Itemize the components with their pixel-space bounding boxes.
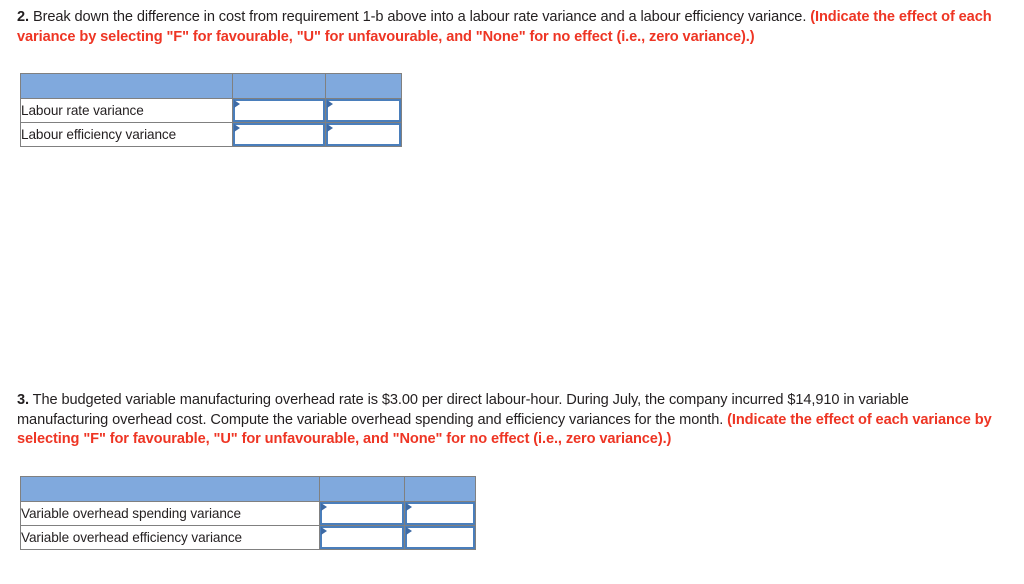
table-header-row [20,476,476,502]
dropdown-arrow-icon [234,100,240,108]
row-label-labour-efficiency-variance: Labour efficiency variance [20,122,233,147]
dropdown-arrow-icon [321,503,327,511]
dropdown-arrow-icon [321,527,327,535]
dropdown-arrow-icon [327,124,333,132]
variable-overhead-spending-variance-effect-select[interactable] [405,502,475,525]
header-cell-label [20,73,233,99]
header-cell-label [20,476,320,502]
labour-efficiency-variance-amount-cell[interactable] [232,122,326,147]
question-2-text: 2. Break down the difference in cost fro… [17,8,992,47]
labour-efficiency-variance-effect-cell[interactable] [325,122,402,147]
dropdown-arrow-icon [327,100,333,108]
labour-rate-variance-amount-input[interactable] [233,99,325,122]
dropdown-arrow-icon [406,503,412,511]
variable-overhead-efficiency-variance-effect-select[interactable] [405,526,475,549]
variable-overhead-spending-variance-amount-input[interactable] [320,502,404,525]
labour-variance-table: Labour rate variance Labour efficiency v… [20,73,402,147]
header-cell-effect [325,73,402,99]
row-label-variable-overhead-spending-variance: Variable overhead spending variance [20,501,320,526]
question-3-text: 3. The budgeted variable manufacturing o… [17,391,992,450]
variable-overhead-variance-table: Variable overhead spending variance Vari… [20,476,476,550]
row-label-labour-rate-variance: Labour rate variance [20,98,233,123]
dropdown-arrow-icon [234,124,240,132]
header-cell-amount [319,476,405,502]
table-row: Labour efficiency variance [20,122,402,147]
variable-overhead-efficiency-variance-effect-cell[interactable] [404,525,476,550]
dropdown-arrow-icon [406,527,412,535]
variable-overhead-efficiency-variance-amount-input[interactable] [320,526,404,549]
labour-rate-variance-effect-select[interactable] [326,99,401,122]
labour-rate-variance-effect-cell[interactable] [325,98,402,123]
variable-overhead-efficiency-variance-amount-cell[interactable] [319,525,405,550]
question-2-number: 2. [17,9,29,25]
table-row: Labour rate variance [20,98,402,123]
header-cell-effect [404,476,476,502]
labour-efficiency-variance-effect-select[interactable] [326,123,401,146]
table-header-row [20,73,402,99]
table-row: Variable overhead efficiency variance [20,525,476,550]
question-2-body: Break down the difference in cost from r… [28,9,811,25]
row-label-variable-overhead-efficiency-variance: Variable overhead efficiency variance [20,525,320,550]
header-cell-amount [232,73,326,99]
variable-overhead-spending-variance-effect-cell[interactable] [404,501,476,526]
labour-efficiency-variance-amount-input[interactable] [233,123,325,146]
table-row: Variable overhead spending variance [20,501,476,526]
labour-rate-variance-amount-cell[interactable] [232,98,326,123]
question-3-number: 3. [17,392,29,408]
variable-overhead-spending-variance-amount-cell[interactable] [319,501,405,526]
